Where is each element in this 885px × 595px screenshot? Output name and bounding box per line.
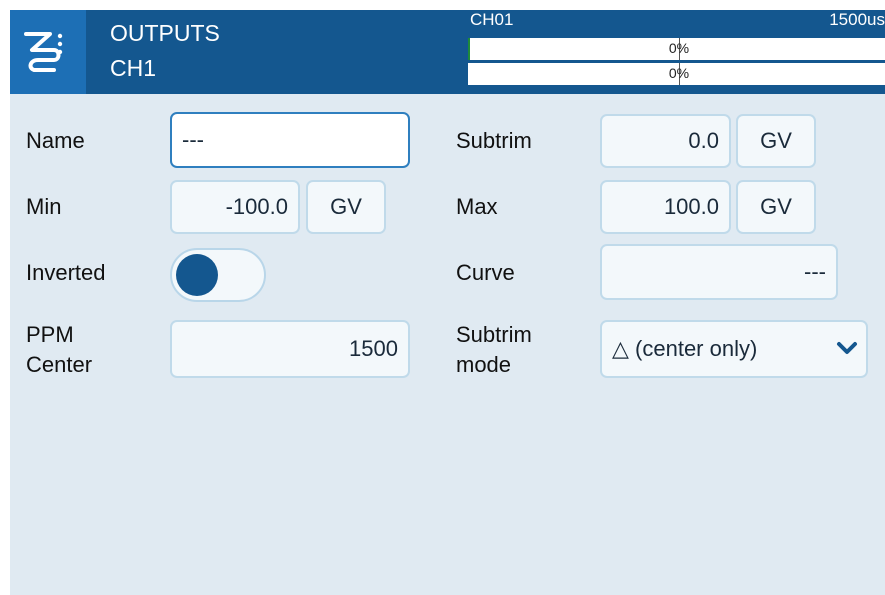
name-field[interactable]: --- <box>170 112 410 168</box>
name-label: Name <box>26 128 85 153</box>
ppm-center-field[interactable]: 1500 <box>170 320 410 378</box>
ppm-center-label: PPM Center <box>26 320 92 380</box>
max-field[interactable]: 100.0 <box>600 180 731 234</box>
subtrim-mode-value: △ (center only) <box>612 336 758 361</box>
bar-percent: 0% <box>668 65 690 81</box>
subtrim-mode-label-line2: mode <box>456 352 512 377</box>
inverted-label: Inverted <box>26 260 106 285</box>
curve-field[interactable]: --- <box>600 244 838 300</box>
page-subtitle: CH1 <box>110 55 157 81</box>
ppm-label-line2: Center <box>26 352 93 377</box>
channel-output-bar: 0% <box>468 38 885 60</box>
subtrim-value: 0.0 <box>688 128 719 153</box>
header-bar: OUTPUTS CH1 CH01 1500us 0% 0% <box>10 10 885 94</box>
bar-percent: 0% <box>668 40 690 56</box>
page-title: OUTPUTS <box>110 20 220 46</box>
inverted-toggle[interactable] <box>170 248 266 302</box>
max-value: 100.0 <box>663 194 719 219</box>
subtrim-field[interactable]: 0.0 <box>600 114 731 168</box>
subtrim-mode-label: Subtrim mode <box>456 320 532 380</box>
curve-label: Curve <box>456 260 515 285</box>
min-value: -100.0 <box>225 194 288 219</box>
ppm-label-line1: PPM <box>26 322 74 347</box>
subtrim-gv-button[interactable]: GV <box>736 114 816 168</box>
channel-name: CH01 <box>470 10 514 29</box>
subtrim-mode-dropdown[interactable]: △ (center only) <box>600 320 868 378</box>
max-gv-label: GV <box>760 194 792 219</box>
name-value: --- <box>182 127 204 152</box>
ppm-center-value: 1500 <box>349 336 398 361</box>
min-gv-button[interactable]: GV <box>306 180 386 234</box>
curve-value: --- <box>804 259 826 284</box>
chevron-down-icon <box>837 342 857 354</box>
min-gv-label: GV <box>330 194 362 219</box>
mix-output-bar: 0% <box>468 63 885 85</box>
subtrim-label: Subtrim <box>456 128 532 153</box>
outputs-screen: OUTPUTS CH1 CH01 1500us 0% 0% Name --- S… <box>10 10 885 595</box>
subtrim-mode-label-line1: Subtrim <box>456 322 532 347</box>
subtrim-gv-label: GV <box>760 128 792 153</box>
min-label: Min <box>26 194 62 219</box>
app-logo-button[interactable] <box>10 10 86 94</box>
max-label: Max <box>456 194 498 219</box>
max-gv-button[interactable]: GV <box>736 180 816 234</box>
toggle-knob <box>176 254 218 296</box>
min-field[interactable]: -100.0 <box>170 180 300 234</box>
channel-value: 1500us <box>829 10 885 29</box>
outputs-icon <box>24 32 63 72</box>
